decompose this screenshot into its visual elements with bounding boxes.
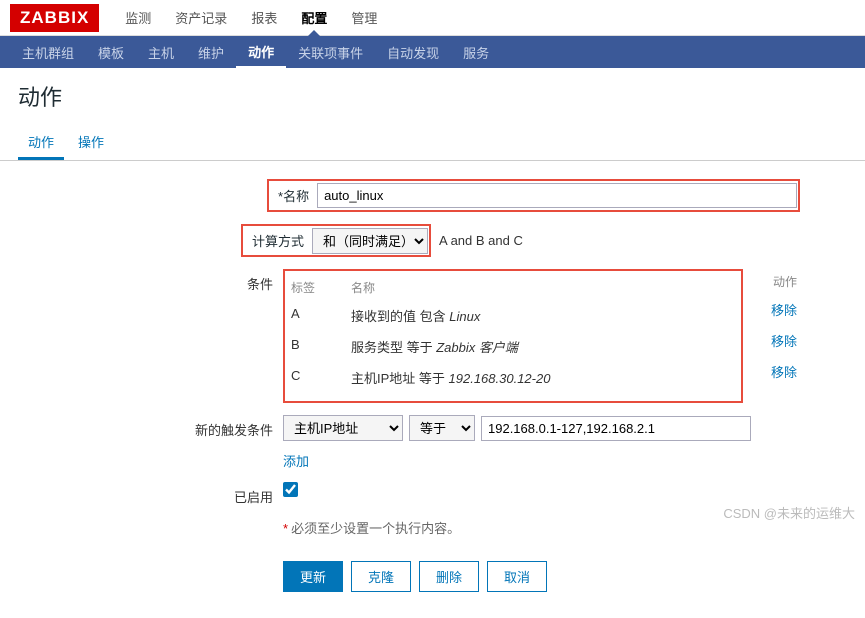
logo[interactable]: ZABBIX: [10, 4, 99, 32]
calc-result: A and B and C: [439, 233, 523, 248]
tab-action[interactable]: 动作: [18, 126, 64, 160]
subnav-correlation[interactable]: 关联项事件: [286, 36, 375, 69]
nav-inventory[interactable]: 资产记录: [163, 0, 239, 35]
cond-header-tag: 标签: [291, 279, 351, 296]
cond-highlight: 标签 名称 A 接收到的值 包含 Linux B 服务类型 等于 Zabbix …: [283, 269, 743, 403]
remove-link[interactable]: 移除: [771, 365, 797, 380]
name-highlight: *名称: [267, 179, 800, 212]
trigger-label: 新的触发条件: [18, 415, 283, 439]
cond-table: 标签 名称 A 接收到的值 包含 Linux B 服务类型 等于 Zabbix …: [291, 275, 735, 393]
calc-select[interactable]: 和（同时满足）: [312, 228, 428, 254]
form: *名称 计算方式 和（同时满足） A and B and C 条件 标签: [0, 161, 865, 618]
enabled-label: 已启用: [18, 482, 283, 506]
sub-bar: 主机群组 模板 主机 维护 动作 关联项事件 自动发现 服务: [0, 36, 865, 68]
cond-text: 主机IP地址 等于 192.168.30.12-20: [351, 368, 735, 387]
subnav-templates[interactable]: 模板: [86, 36, 136, 69]
subnav-actions[interactable]: 动作: [236, 35, 286, 69]
cond-header-name: 名称: [351, 279, 735, 296]
subnav-services[interactable]: 服务: [451, 36, 501, 69]
cond-tag: C: [291, 368, 351, 387]
remove-link[interactable]: 移除: [771, 303, 797, 318]
cond-text: 接收到的值 包含 Linux: [351, 306, 735, 325]
cond-tag: B: [291, 337, 351, 356]
note-spacer: [18, 518, 283, 523]
cond-label: 条件: [18, 269, 283, 293]
delete-button[interactable]: 删除: [419, 561, 479, 592]
name-label: *名称: [270, 182, 317, 209]
nav-reports[interactable]: 报表: [239, 0, 289, 35]
top-nav: 监测 资产记录 报表 配置 管理: [113, 0, 389, 35]
label-wrap-name: [18, 179, 267, 184]
nav-config[interactable]: 配置: [289, 0, 339, 35]
subnav-discovery[interactable]: 自动发现: [375, 36, 451, 69]
cond-text: 服务类型 等于 Zabbix 客户端: [351, 337, 735, 356]
cond-header-action: 动作: [757, 273, 797, 290]
tab-operation[interactable]: 操作: [68, 126, 114, 160]
nav-monitor[interactable]: 监测: [113, 0, 163, 35]
cond-row: B 服务类型 等于 Zabbix 客户端: [291, 331, 735, 362]
enabled-checkbox[interactable]: [283, 482, 298, 497]
calc-label: 计算方式: [244, 227, 312, 254]
update-button[interactable]: 更新: [283, 561, 343, 592]
tabs: 动作 操作: [0, 126, 865, 161]
watermark: CSDN @未来的运维大: [723, 503, 855, 522]
cond-tag: A: [291, 306, 351, 325]
btn-spacer: [18, 549, 283, 554]
page-title: 动作: [0, 68, 865, 126]
trigger-type-select[interactable]: 主机IP地址: [283, 415, 403, 441]
cond-row: C 主机IP地址 等于 192.168.30.12-20: [291, 362, 735, 393]
calc-highlight: 计算方式 和（同时满足）: [241, 224, 431, 257]
trigger-value-input[interactable]: [481, 416, 751, 441]
label-wrap-calc: [18, 224, 241, 229]
trigger-op-select[interactable]: 等于: [409, 415, 475, 441]
subnav-maintenance[interactable]: 维护: [186, 36, 236, 69]
name-input[interactable]: [317, 183, 797, 208]
cancel-button[interactable]: 取消: [487, 561, 547, 592]
subnav-hostgroups[interactable]: 主机群组: [10, 36, 86, 69]
nav-admin[interactable]: 管理: [339, 0, 389, 35]
remove-link[interactable]: 移除: [771, 334, 797, 349]
top-bar: ZABBIX 监测 资产记录 报表 配置 管理: [0, 0, 865, 36]
subnav-hosts[interactable]: 主机: [136, 36, 186, 69]
cond-actions-col: 动作 移除 移除 移除: [757, 269, 797, 387]
clone-button[interactable]: 克隆: [351, 561, 411, 592]
add-link[interactable]: 添加: [283, 451, 309, 470]
cond-row: A 接收到的值 包含 Linux: [291, 300, 735, 331]
